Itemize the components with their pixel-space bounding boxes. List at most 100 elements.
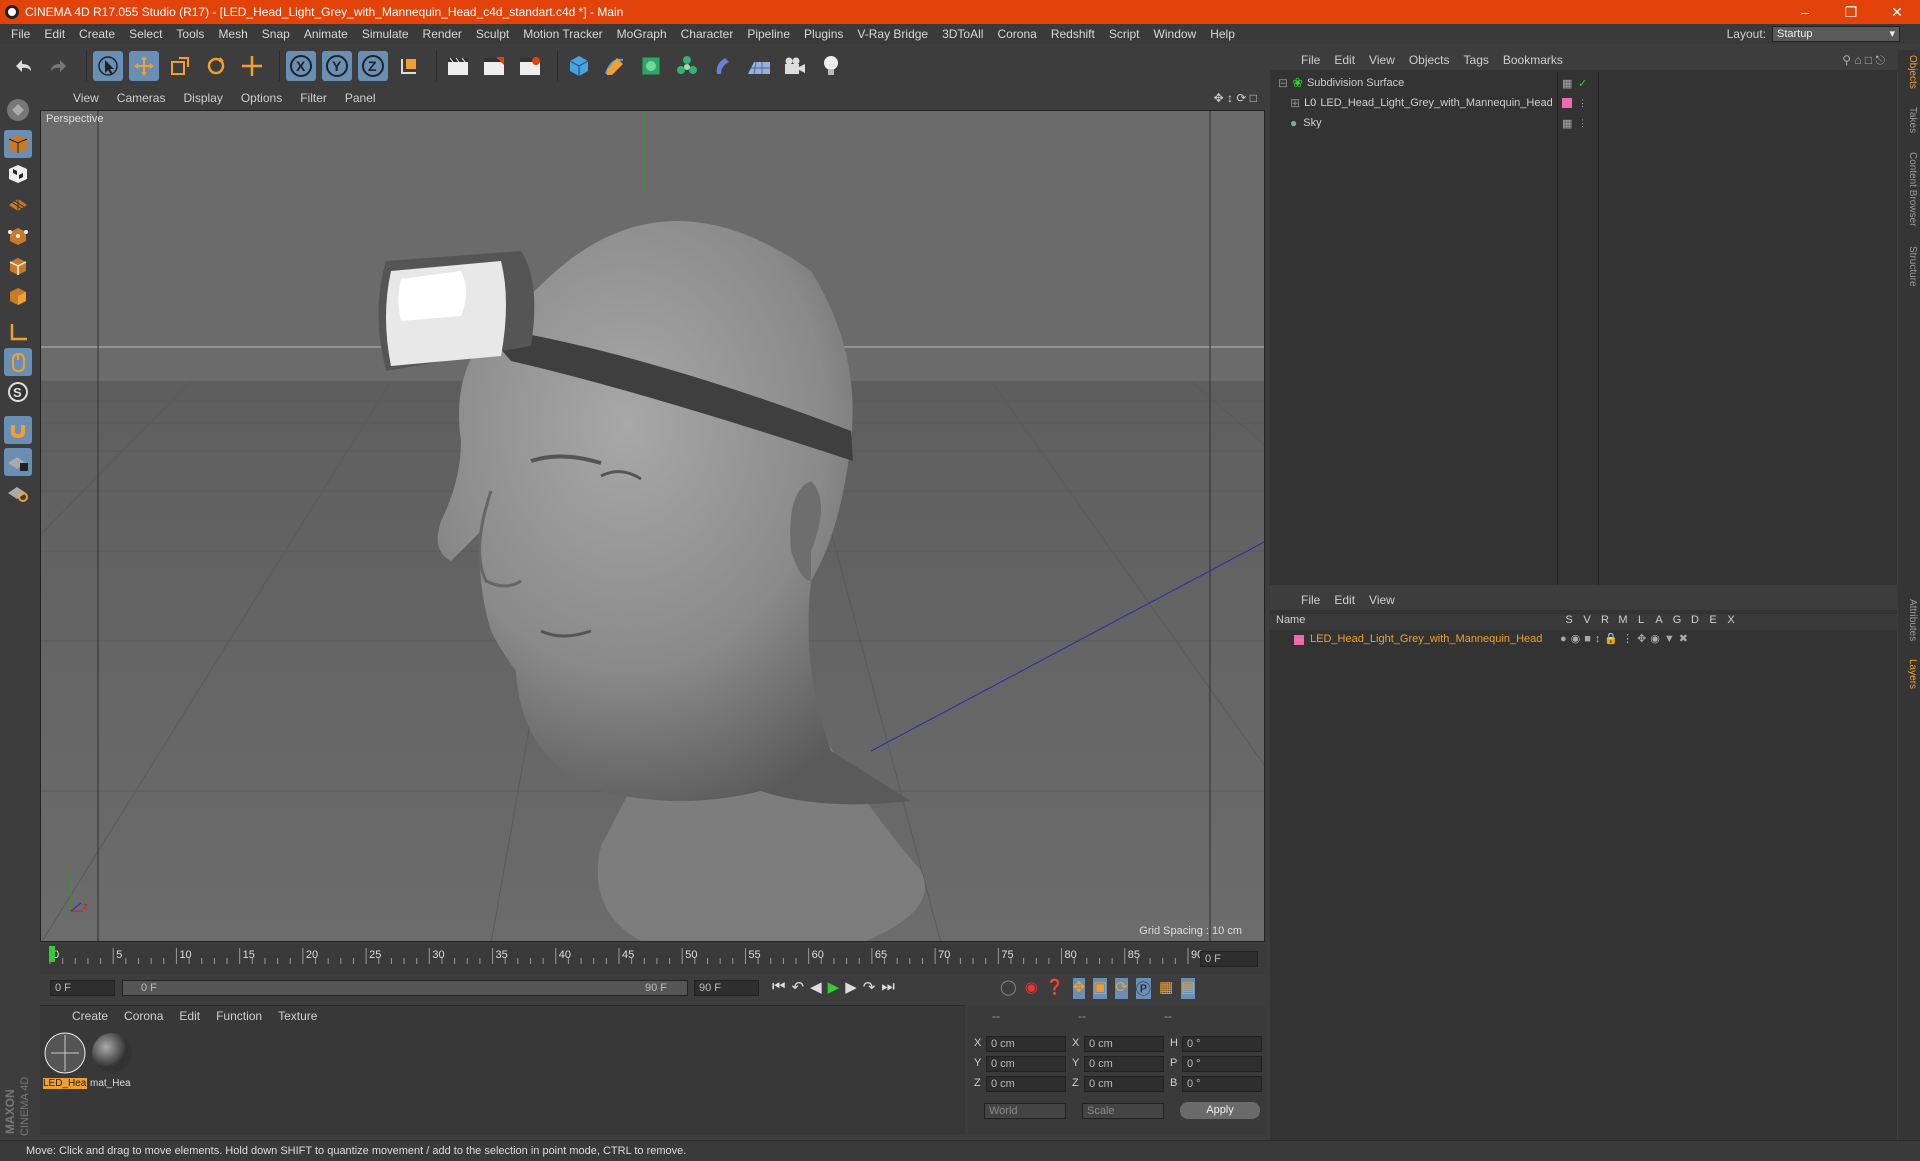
axis-mode-button[interactable] [4,318,32,346]
tab-objects[interactable]: Objects [1900,52,1918,92]
objects-menu-view[interactable]: View [1362,53,1402,67]
workplane-mode-button[interactable] [4,190,32,218]
position-y-field[interactable]: 0 cm [986,1056,1066,1072]
menu-animate[interactable]: Animate [297,27,355,41]
layer-column-l[interactable]: L [1632,614,1650,626]
viewport-menu-display[interactable]: Display [174,91,231,105]
material-menu-create[interactable]: Create [64,1009,116,1023]
menu-create[interactable]: Create [72,27,122,41]
tweak-mode-button[interactable] [4,348,32,376]
camera-button[interactable] [780,51,810,81]
move-tool-button[interactable] [129,51,159,81]
objects-menu-edit[interactable]: Edit [1327,53,1362,67]
next-frame-icon[interactable]: ▶ [845,978,857,996]
y-axis-button[interactable]: Y [322,51,352,81]
layer-column-d[interactable]: D [1686,614,1704,626]
rotation-h-field[interactable]: 0 ° [1182,1036,1262,1052]
key-scale-icon[interactable]: ▣ [1093,978,1108,999]
collapse-icon[interactable]: ⊟ [1278,76,1288,90]
make-editable-button[interactable] [4,96,32,124]
layers-menu-edit[interactable]: Edit [1327,593,1362,607]
visibility-dots-icon[interactable]: ⋮ [1578,118,1587,129]
record-active-icon[interactable]: ◉ [1025,978,1038,999]
viewport-menu-filter[interactable]: Filter [291,91,336,105]
menu-edit[interactable]: Edit [37,27,72,41]
record-disabled-icon[interactable]: ◯ [1000,978,1017,999]
material-menu-corona[interactable]: Corona [116,1009,171,1023]
layer-row[interactable]: LED_Head_Light_Grey_with_Mannequin_Head … [1270,632,1897,648]
enable-snap-button[interactable] [4,416,32,444]
mograph-cloner-button[interactable] [672,51,702,81]
menu-select[interactable]: Select [122,27,169,41]
material-menu-function[interactable]: Function [208,1009,270,1023]
layer-color-swatch[interactable] [1294,635,1304,645]
menu-3dtoall[interactable]: 3DToAll [935,27,990,41]
menu-plugins[interactable]: Plugins [797,27,850,41]
edges-mode-button[interactable] [4,252,32,280]
scale-tool-button[interactable] [165,51,195,81]
key-rotation-icon[interactable]: ⟳ [1115,978,1128,999]
visibility-dots-icon[interactable]: ▦ [1562,77,1572,90]
object-manager-tools-icons[interactable]: ⚲ ⌂ □ ⎋ [1842,53,1885,68]
key-position-icon[interactable]: ✥ [1072,978,1086,999]
menu-snap[interactable]: Snap [255,27,297,41]
render-picture-viewer-button[interactable] [479,51,509,81]
menu-vray-bridge[interactable]: V-Ray Bridge [850,27,935,41]
current-frame-field[interactable]: 0 F [1200,951,1258,967]
layer-column-a[interactable]: A [1650,614,1668,626]
autokey-icon[interactable]: ❓ [1046,978,1065,999]
size-z-field[interactable]: 0 cm [1084,1076,1164,1092]
start-frame-field[interactable]: 0 F [50,980,115,996]
layer-color-swatch[interactable] [1562,98,1572,108]
subdivision-surface-button[interactable] [636,51,666,81]
close-icon[interactable]: ✕ [1874,0,1920,24]
menu-character[interactable]: Character [674,27,741,41]
rotation-p-field[interactable]: 0 ° [1182,1056,1262,1072]
layer-column-s[interactable]: S [1560,614,1578,626]
material-swatch[interactable]: LED_Hea [43,1031,87,1089]
world-dropdown[interactable]: World [984,1103,1066,1119]
menu-render[interactable]: Render [416,27,469,41]
frame-range-slider[interactable]: 0 F 90 F [122,980,688,996]
layer-column-x[interactable]: X [1722,614,1740,626]
spline-pen-button[interactable] [600,51,630,81]
objects-menu-tags[interactable]: Tags [1457,53,1496,67]
z-axis-button[interactable]: Z [358,51,388,81]
position-z-field[interactable]: 0 cm [986,1076,1066,1092]
layer-column-e[interactable]: E [1704,614,1722,626]
texture-mode-button[interactable] [4,160,32,188]
coordinate-system-button[interactable] [394,51,424,81]
play-icon[interactable]: ▶ [828,978,840,996]
deformer-button[interactable] [708,51,738,81]
go-to-start-icon[interactable]: ⏮ [772,978,786,996]
viewport-menu-panel[interactable]: Panel [336,91,385,105]
layers-menu-file[interactable]: File [1294,593,1327,607]
locked-workplane-button[interactable] [4,448,32,476]
material-menu-texture[interactable]: Texture [270,1009,325,1023]
rotation-b-field[interactable]: 0 ° [1182,1076,1262,1092]
planar-workplane-button[interactable] [4,478,32,506]
timeline-window-icon[interactable]: ▤ [1181,978,1196,999]
viewport-navigation-icons[interactable]: ✥ ↕ ⟳ □ [1214,91,1257,105]
object-row-sky[interactable]: ● Sky ▦ ⋮ [1270,114,1897,132]
render-settings-button[interactable] [515,51,545,81]
menu-simulate[interactable]: Simulate [355,27,416,41]
size-x-field[interactable]: 0 cm [1084,1036,1164,1052]
tab-attributes[interactable]: Attributes [1900,592,1918,648]
objects-menu-bookmarks[interactable]: Bookmarks [1496,53,1570,67]
objects-menu-objects[interactable]: Objects [1402,53,1457,67]
menu-help[interactable]: Help [1203,27,1242,41]
tab-structure[interactable]: Structure [1900,240,1918,292]
layer-column-r[interactable]: R [1596,614,1614,626]
layers-menu-view[interactable]: View [1362,593,1402,607]
material-swatch[interactable]: mat_Hea [90,1031,134,1089]
menu-motion-tracker[interactable]: Motion Tracker [516,27,609,41]
expand-icon[interactable]: ⊞ [1290,96,1300,110]
menu-mograph[interactable]: MoGraph [610,27,674,41]
floor-button[interactable] [744,51,774,81]
live-selection-button[interactable] [93,51,123,81]
light-button[interactable] [816,51,846,81]
points-mode-button[interactable] [4,222,32,250]
viewport-menu-view[interactable]: View [64,91,108,105]
key-pla-icon[interactable]: ▦ [1159,978,1173,999]
